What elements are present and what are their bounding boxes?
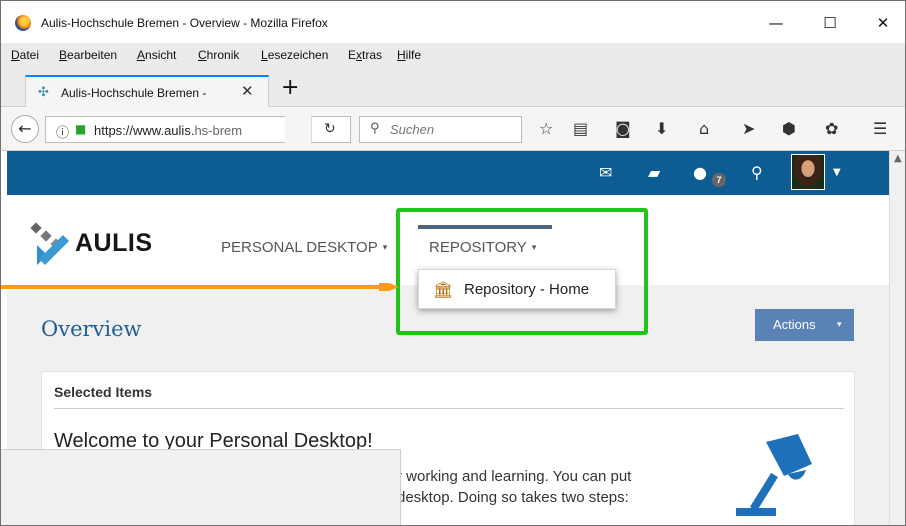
aulis-logo-icon[interactable] [29, 221, 71, 265]
page-scrollbar[interactable]: ▲ [889, 151, 905, 525]
divider [54, 408, 844, 409]
reload-button[interactable]: ↻ [311, 116, 351, 143]
search-input[interactable] [390, 122, 515, 137]
download-icon[interactable]: ⬇ [655, 119, 668, 139]
page-title: Overview [41, 317, 142, 341]
menu-datei[interactable]: Datei [11, 48, 39, 62]
url-text: https://www.aulis.hs-brem [94, 123, 243, 138]
site-top-bar: ✉ ▰ ● 7 ⚲ ▼ [7, 151, 889, 195]
search-icon[interactable]: ⚲ [751, 163, 763, 183]
back-button[interactable]: ← [11, 115, 39, 143]
lamp-icon [736, 434, 812, 516]
new-tab-button[interactable]: + [281, 75, 299, 100]
menu-bar: Datei Bearbeiten Ansicht Chronik Lesezei… [1, 43, 905, 69]
menu-lesezeichen[interactable]: Lesezeichen [261, 48, 328, 62]
tab-aulis[interactable]: ✣ Aulis-Hochschule Bremen - ✕ [25, 75, 269, 107]
lock-icon: ■ [75, 122, 87, 136]
pointer-arrow-icon [1, 283, 399, 291]
avatar[interactable] [791, 154, 825, 190]
maximize-button[interactable]: ☐ [807, 9, 853, 37]
card-title: Selected Items [54, 384, 153, 400]
minimize-button[interactable]: — [753, 9, 799, 37]
hamburger-menu-icon[interactable]: ☰ [873, 119, 887, 139]
menu-extras[interactable]: Extras [348, 48, 382, 62]
chat-icon[interactable]: ▰ [648, 163, 660, 183]
navigation-toolbar: ← ⓘ ■ https://www.aulis.hs-brem ↻ ⚲ ☆ ▤ … [1, 107, 905, 151]
overlay-panel [1, 449, 401, 525]
close-window-button[interactable]: ✕ [860, 9, 905, 37]
nav-personal-desktop[interactable]: PERSONAL DESKTOP ▾ [221, 239, 387, 256]
info-icon[interactable]: ⓘ [56, 122, 69, 141]
scroll-up-arrow-icon[interactable]: ▲ [894, 153, 902, 164]
firefox-icon [15, 15, 31, 31]
home-icon[interactable]: ⌂ [699, 119, 709, 139]
reader-list-icon[interactable]: ▤ [573, 119, 588, 139]
notification-badge: 7 [712, 173, 726, 187]
logo-text[interactable]: AULIS [75, 229, 153, 258]
send-icon[interactable]: ➤ [742, 119, 755, 139]
menu-ansicht[interactable]: Ansicht [137, 48, 176, 62]
extension-icon[interactable]: ✿ [825, 119, 838, 139]
window-title: Aulis-Hochschule Bremen - Overview - Moz… [41, 16, 328, 30]
welcome-text: r working and learning. You can put desk… [397, 468, 632, 506]
bookmark-star-icon[interactable]: ☆ [539, 119, 553, 139]
tab-strip: ✣ Aulis-Hochschule Bremen - ✕ + [1, 69, 905, 107]
url-bar[interactable]: ⓘ ■ https://www.aulis.hs-brem [45, 116, 285, 143]
tab-title: Aulis-Hochschule Bremen - [61, 86, 207, 100]
pocket-icon[interactable]: ◙ [615, 119, 631, 139]
adblock-icon[interactable]: ⬢ [782, 119, 796, 139]
browser-window: Aulis-Hochschule Bremen - Overview - Moz… [0, 0, 906, 526]
search-icon: ⚲ [370, 121, 380, 136]
mail-icon[interactable]: ✉ [599, 163, 612, 183]
menu-hilfe[interactable]: Hilfe [397, 48, 421, 62]
actions-button[interactable]: Actions ▾ [755, 309, 854, 341]
user-icon[interactable]: ● [693, 163, 707, 183]
aulis-favicon-icon: ✣ [38, 85, 49, 100]
search-box[interactable]: ⚲ [359, 116, 522, 143]
menu-chronik[interactable]: Chronik [198, 48, 239, 62]
highlight-box [396, 208, 648, 335]
avatar-caret-icon[interactable]: ▼ [833, 163, 841, 183]
title-bar: Aulis-Hochschule Bremen - Overview - Moz… [1, 1, 905, 43]
tab-close-icon[interactable]: ✕ [241, 82, 254, 100]
reload-icon: ↻ [324, 121, 336, 137]
menu-bearbeiten[interactable]: Bearbeiten [59, 48, 117, 62]
